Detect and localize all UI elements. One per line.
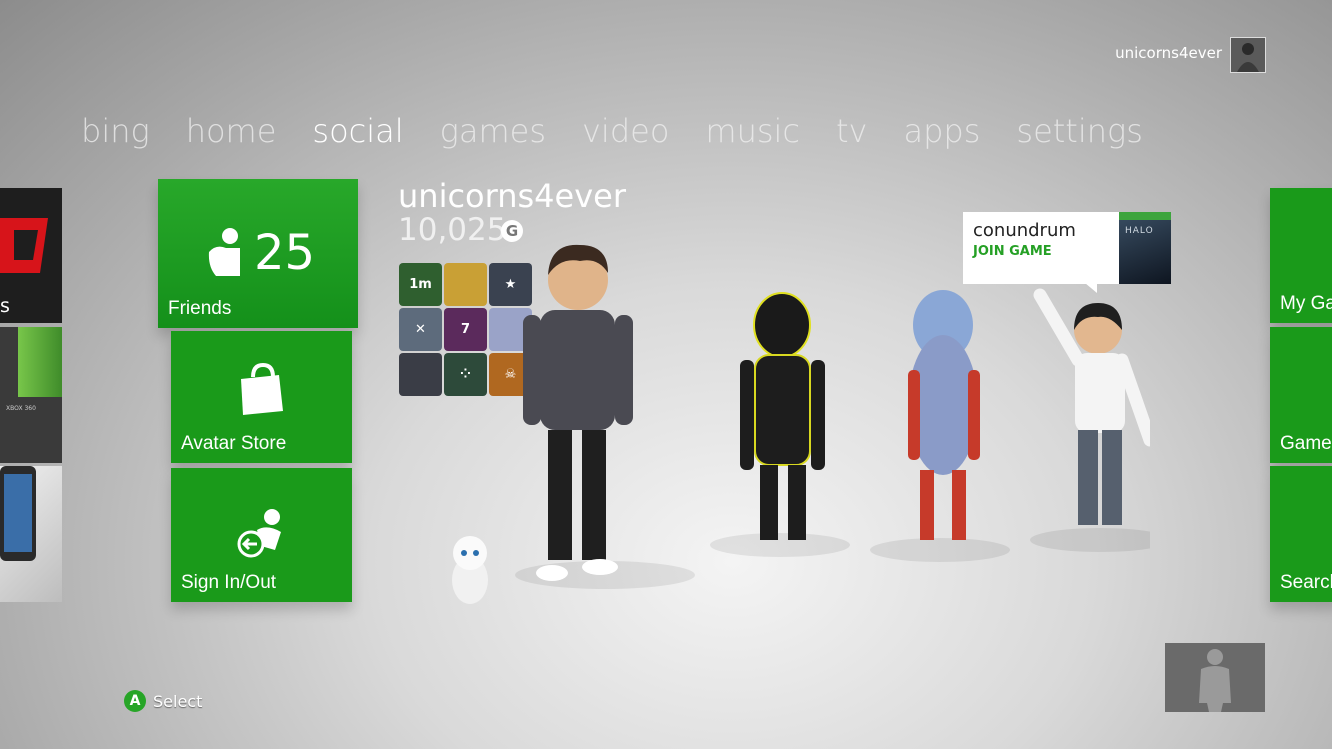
right-tile-game-label: Game <box>1280 433 1332 454</box>
game-boxart: HALO <box>1119 212 1171 284</box>
tab-music[interactable]: music <box>705 112 800 150</box>
avatar-store-label: Avatar Store <box>181 433 287 454</box>
profile-gamertag[interactable]: unicorns4ever <box>398 177 626 215</box>
left-tile-xbox[interactable]: XBOX 360 <box>0 327 62 463</box>
badge-1m-label: 1m <box>409 277 432 292</box>
xbox-green-banner <box>18 327 62 397</box>
sign-in-out-label: Sign In/Out <box>181 572 277 593</box>
tab-apps[interactable]: apps <box>903 112 980 150</box>
left-tile-label: s <box>0 295 10 317</box>
popup-friend-name: conundrum <box>973 220 1076 241</box>
join-game-link[interactable]: JOIN GAME <box>973 244 1052 259</box>
device-image-icon <box>0 466 36 561</box>
tab-tv[interactable]: tv <box>836 112 867 150</box>
shopping-bag-icon <box>241 363 283 415</box>
tab-games[interactable]: games <box>440 112 546 150</box>
sign-in-out-icon <box>237 509 281 558</box>
right-tile-my-games-label: My Ga <box>1280 293 1332 314</box>
left-tile-ufc[interactable]: s <box>0 188 62 323</box>
pet-cat-avatar <box>452 536 488 604</box>
right-tile-game[interactable]: Game <box>1270 327 1332 463</box>
tab-social[interactable]: social <box>312 112 403 150</box>
avatar-store-tile[interactable]: Avatar Store <box>171 331 352 463</box>
friend-join-popup[interactable]: conundrum JOIN GAME HALO <box>963 212 1171 293</box>
popup-tail <box>1085 283 1097 293</box>
kinect-silhouette-panel[interactable] <box>1165 643 1265 712</box>
signed-in-gamertag: unicorns4ever <box>1115 44 1222 62</box>
xbox360-banner <box>1119 212 1171 220</box>
person-silhouette-icon <box>1199 649 1231 712</box>
main-nav: bing home social games video music tv ap… <box>81 112 1143 150</box>
right-tile-search-label: Search <box>1280 572 1332 593</box>
avatars-scene <box>452 244 1150 604</box>
tab-bing[interactable]: bing <box>81 112 150 150</box>
shark-costume-avatar <box>908 290 980 540</box>
friends-person-icon <box>208 228 240 276</box>
tab-settings[interactable]: settings <box>1016 112 1143 150</box>
friends-tile[interactable]: 25 Friends <box>158 179 358 328</box>
right-tile-search[interactable]: Search <box>1270 466 1332 602</box>
gamerpic-avatar[interactable] <box>1230 37 1266 73</box>
left-tile-device[interactable] <box>0 466 62 602</box>
friends-count: 25 <box>254 225 316 281</box>
user-avatar[interactable] <box>523 244 633 581</box>
gamerpic-icon <box>1231 38 1265 72</box>
tab-video[interactable]: video <box>582 112 669 150</box>
sign-in-out-tile[interactable]: Sign In/Out <box>171 468 352 602</box>
right-tile-my-games[interactable]: My Ga <box>1270 188 1332 323</box>
a-button-icon: A <box>124 690 146 712</box>
xbox-360-label: XBOX 360 <box>6 405 36 412</box>
tron-avatar <box>740 292 825 540</box>
tab-home[interactable]: home <box>186 112 277 150</box>
select-hint: Select <box>153 692 203 711</box>
friend-avatar-conundrum[interactable] <box>1033 288 1150 525</box>
game-title: HALO <box>1125 226 1154 236</box>
friends-label: Friends <box>168 298 232 319</box>
